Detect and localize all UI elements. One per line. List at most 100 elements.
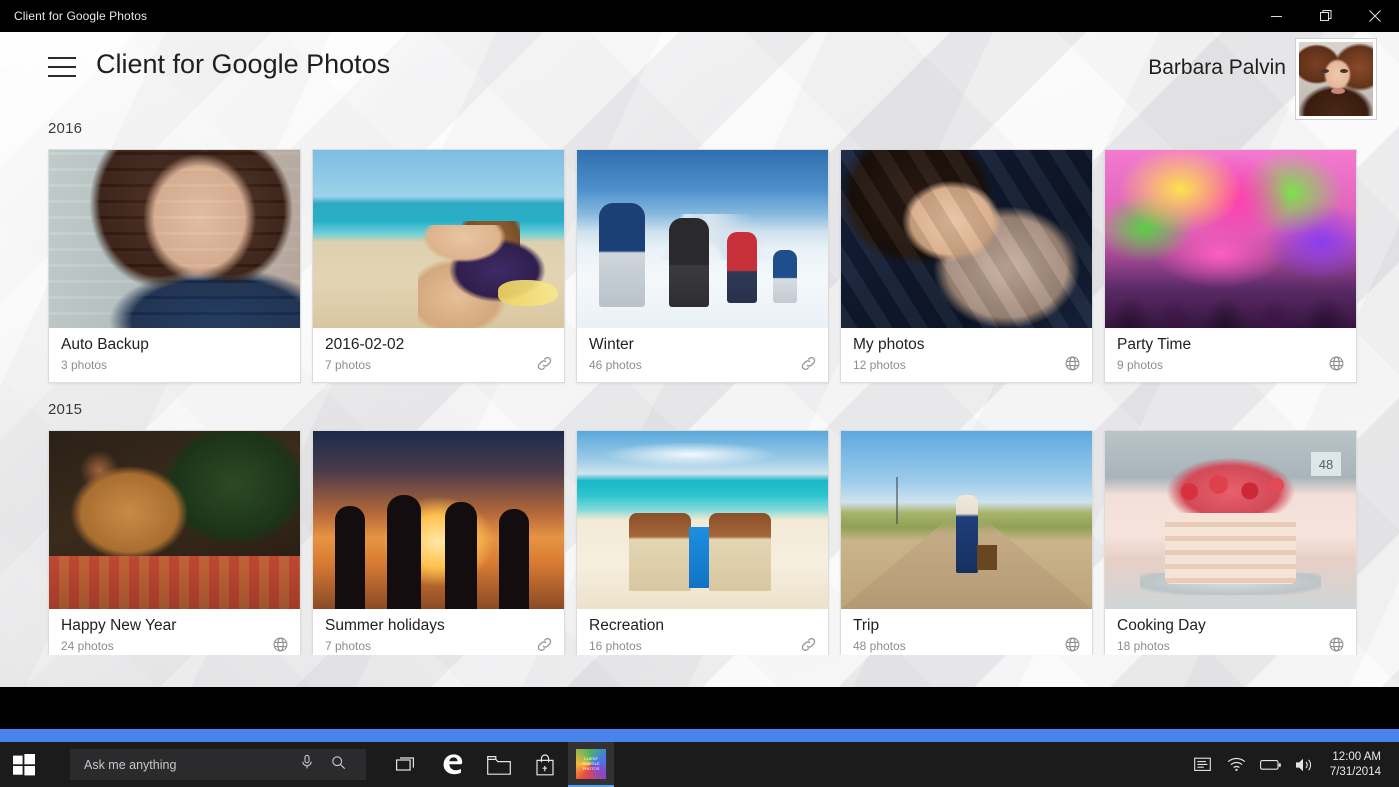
avatar-image [1299, 42, 1373, 116]
clock-date: 7/31/2014 [1329, 765, 1381, 778]
system-tray: 12:00 AM 7/31/2014 [1186, 742, 1399, 787]
album-caption: Trip 48 photos [841, 609, 1092, 655]
avatar-detail [1330, 87, 1345, 94]
album-card[interactable]: Party Time 9 photos [1104, 149, 1357, 383]
albums-scroll-area[interactable]: 2016 Auto Backup 3 photos 2016-02-02 7 p… [0, 120, 1399, 655]
edge-browser-icon[interactable] [430, 742, 476, 787]
wifi-icon[interactable] [1220, 742, 1254, 787]
search-input[interactable]: Ask me anything [70, 749, 366, 780]
album-caption: Winter 46 photos [577, 328, 828, 382]
album-card[interactable]: Winter 46 photos [576, 149, 829, 383]
taskbar-icons: CLIENT GOOGLE PHOTOS [384, 742, 614, 787]
album-thumbnail[interactable] [313, 150, 564, 328]
hamburger-menu-icon[interactable] [48, 57, 76, 77]
minimize-button[interactable] [1252, 0, 1301, 32]
cake-number-label: 48 [1310, 452, 1341, 477]
album-title: Recreation [589, 617, 664, 634]
album-caption: Party Time 9 photos [1105, 328, 1356, 382]
album-title: My photos [853, 336, 925, 353]
page-title: Client for Google Photos [96, 49, 391, 79]
album-photo-count: 46 photos [589, 358, 642, 372]
avatar-detail [1321, 68, 1330, 73]
album-grid-2016: Auto Backup 3 photos 2016-02-02 7 photos [48, 149, 1399, 383]
album-thumbnail[interactable] [1105, 150, 1356, 328]
album-title: Party Time [1117, 336, 1192, 353]
globe-icon [1328, 355, 1345, 372]
album-card[interactable]: Recreation 16 photos [576, 430, 829, 655]
action-center-icon[interactable] [1186, 742, 1220, 787]
album-photo-count: 3 photos [61, 358, 108, 372]
year-heading-2016: 2016 [48, 120, 83, 137]
album-card[interactable]: Trip 48 photos [840, 430, 1093, 655]
globe-icon [1064, 636, 1081, 653]
album-photo-count: 48 photos [853, 639, 906, 653]
album-thumbnail[interactable]: 48 [1105, 431, 1356, 609]
start-button[interactable] [0, 742, 48, 787]
album-card[interactable]: My photos 12 photos [840, 149, 1093, 383]
year-heading-2015: 2015 [48, 401, 83, 418]
screen: Client for Google Photos Client for Goog… [0, 0, 1399, 787]
album-title: Trip [853, 617, 880, 634]
album-caption: 2016-02-02 7 photos [313, 328, 564, 382]
globe-icon [272, 636, 289, 653]
album-caption: Cooking Day 18 photos [1105, 609, 1356, 655]
album-title: Cooking Day [1117, 617, 1206, 634]
store-icon[interactable] [522, 742, 568, 787]
clock-time: 12:00 AM [1332, 750, 1381, 763]
album-photo-count: 7 photos [325, 639, 372, 653]
album-photo-count: 12 photos [853, 358, 906, 372]
album-photo-count: 7 photos [325, 358, 372, 372]
task-view-icon[interactable] [384, 742, 430, 787]
album-caption: My photos 12 photos [841, 328, 1092, 382]
album-thumbnail[interactable] [841, 431, 1092, 609]
close-button[interactable] [1350, 0, 1399, 32]
album-grid-2015: Happy New Year 24 photos Summer holidays… [48, 430, 1399, 655]
album-caption: Auto Backup 3 photos [49, 328, 300, 382]
app-logo-text: CLIENT GOOGLE PHOTOS [582, 756, 600, 771]
album-title: Happy New Year [61, 617, 177, 634]
link-icon [536, 355, 553, 372]
windows-taskbar: Ask me anything CLIENT GOOGLE PHOTOS 12:… [0, 742, 1399, 787]
user-name[interactable]: Barbara Palvin [1148, 56, 1286, 80]
link-icon [800, 355, 817, 372]
album-caption: Recreation 16 photos [577, 609, 828, 655]
album-thumbnail[interactable] [841, 150, 1092, 328]
volume-icon[interactable] [1288, 742, 1322, 787]
album-card[interactable]: 48 Cooking Day 18 photos [1104, 430, 1357, 655]
search-icon[interactable] [331, 755, 346, 775]
album-card[interactable]: Auto Backup 3 photos [48, 149, 301, 383]
album-title: Summer holidays [325, 617, 445, 634]
album-thumbnail[interactable] [49, 150, 300, 328]
album-thumbnail[interactable] [313, 431, 564, 609]
app-header: Client for Google Photos Barbara Palvin [0, 32, 1399, 120]
album-thumbnail[interactable] [577, 431, 828, 609]
microphone-icon[interactable] [300, 754, 314, 775]
link-icon [536, 636, 553, 653]
album-thumbnail[interactable] [49, 431, 300, 609]
album-card[interactable]: Happy New Year 24 photos [48, 430, 301, 655]
album-photo-count: 16 photos [589, 639, 642, 653]
album-title: Auto Backup [61, 336, 149, 353]
album-caption: Summer holidays 7 photos [313, 609, 564, 655]
globe-icon [1064, 355, 1081, 372]
album-photo-count: 9 photos [1117, 358, 1164, 372]
album-photo-count: 18 photos [1117, 639, 1170, 653]
battery-icon[interactable] [1254, 742, 1288, 787]
window-title: Client for Google Photos [14, 9, 148, 23]
avatar-detail [1340, 68, 1349, 73]
album-caption: Happy New Year 24 photos [49, 609, 300, 655]
link-icon [800, 636, 817, 653]
album-title: Winter [589, 336, 634, 353]
taskbar-app-client-for-google-photos[interactable]: CLIENT GOOGLE PHOTOS [568, 742, 614, 787]
album-thumbnail[interactable] [577, 150, 828, 328]
clock[interactable]: 12:00 AM 7/31/2014 [1322, 750, 1393, 780]
restore-button[interactable] [1301, 0, 1350, 32]
album-card[interactable]: 2016-02-02 7 photos [312, 149, 565, 383]
window-controls [1252, 0, 1399, 32]
file-explorer-icon[interactable] [476, 742, 522, 787]
avatar[interactable] [1296, 39, 1376, 119]
app-logo-icon: CLIENT GOOGLE PHOTOS [576, 748, 606, 779]
globe-icon [1328, 636, 1345, 653]
album-card[interactable]: Summer holidays 7 photos [312, 430, 565, 655]
album-title: 2016-02-02 [325, 336, 405, 353]
